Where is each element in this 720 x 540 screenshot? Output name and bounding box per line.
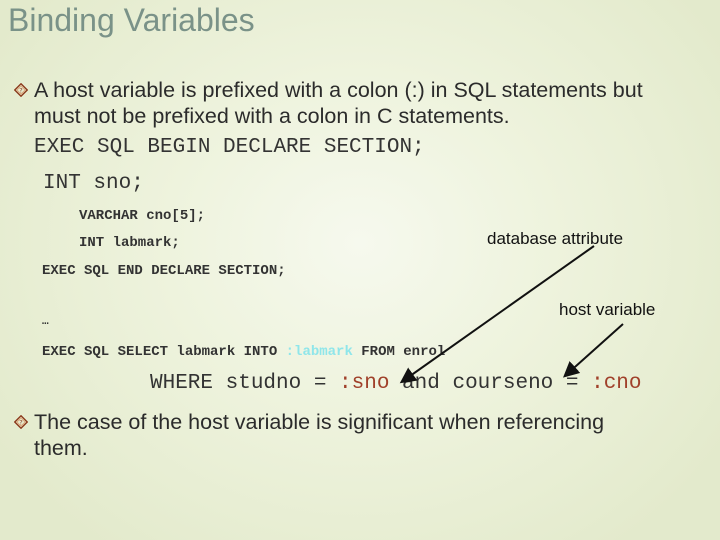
code-where-clause: WHERE studno = :sno and courseno = :cno: [150, 372, 642, 395]
annotation-host-variable: host variable: [559, 300, 656, 319]
svg-text:?: ?: [19, 418, 22, 426]
diamond-question-icon: ?: [14, 83, 28, 97]
code-select-statement: EXEC SQL SELECT labmark INTO :labmark FR…: [42, 344, 445, 360]
code-select-prefix: EXEC SQL SELECT labmark INTO: [42, 344, 286, 360]
svg-text:?: ?: [19, 86, 22, 94]
bullet-text-line1: The case of the host variable is signifi…: [34, 410, 605, 434]
code-int-sno: INT sno;: [43, 172, 144, 195]
host-var-labmark: :labmark: [285, 344, 353, 360]
diamond-question-icon: ?: [14, 415, 28, 429]
bullet-text-line1: A host variable is prefixed with a colon…: [34, 78, 643, 102]
bullet-text-line2: must not be prefixed with a colon in C s…: [34, 104, 510, 128]
annotation-database-attribute: database attribute: [487, 229, 624, 248]
code-int-labmark: INT labmark;: [79, 235, 180, 251]
code-select-suffix: FROM enrol: [352, 344, 446, 360]
code-where-middle: and courseno =: [389, 372, 592, 395]
arrow-host-variable: [563, 323, 624, 378]
code-varchar-cno: VARCHAR cno[5];: [79, 208, 206, 224]
code-begin-declare: EXEC SQL BEGIN DECLARE SECTION;: [34, 136, 425, 159]
slide-title: Binding Variables: [8, 2, 255, 38]
host-var-cno: :cno: [591, 372, 642, 395]
code-end-declare: EXEC SQL END DECLARE SECTION;: [42, 263, 286, 279]
code-where-prefix: WHERE studno =: [150, 372, 340, 395]
host-var-sno: :sno: [339, 372, 390, 395]
slide: Binding Variables ? A host variable is p…: [0, 0, 720, 540]
bullet-text-line2: them.: [34, 436, 88, 460]
code-ellipsis: …: [42, 316, 49, 328]
